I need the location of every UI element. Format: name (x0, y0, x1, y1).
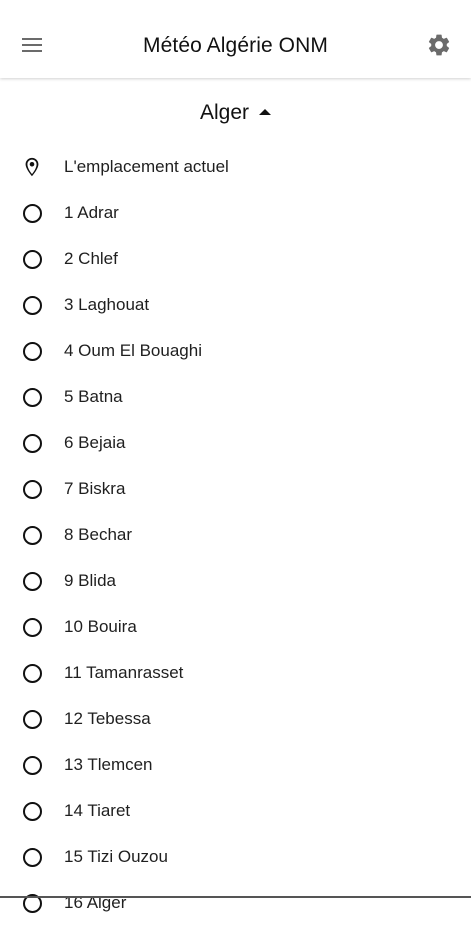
settings-button[interactable] (421, 27, 457, 63)
app-title: Météo Algérie ONM (143, 34, 328, 57)
gear-icon (428, 34, 450, 56)
current-location-item[interactable]: L'emplacement actuel (0, 144, 471, 190)
app-bar: Météo Algérie ONM (0, 0, 471, 78)
radio-button[interactable] (22, 433, 42, 453)
list-item[interactable]: 2 Chlef (0, 236, 471, 282)
list-item[interactable]: 14 Tiaret (0, 788, 471, 834)
list-item[interactable]: 10 Bouira (0, 604, 471, 650)
radio-button[interactable] (22, 525, 42, 545)
list-item[interactable]: 11 Tamanrasset (0, 650, 471, 696)
radio-button[interactable] (22, 571, 42, 591)
list-item[interactable]: 3 Laghouat (0, 282, 471, 328)
list-item-label: 9 Blida (64, 571, 116, 590)
list-item[interactable]: 12 Tebessa (0, 696, 471, 742)
city-list: L'emplacement actuel 1 Adrar 2 Chlef 3 L… (0, 144, 471, 926)
radio-button[interactable] (22, 617, 42, 637)
list-item-label: 8 Bechar (64, 525, 133, 544)
radio-button[interactable] (22, 709, 42, 729)
city-selector[interactable]: Alger (0, 98, 471, 128)
location-pin-icon (20, 155, 44, 179)
list-item-label: 2 Chlef (64, 249, 118, 268)
list-item-label: 1 Adrar (64, 203, 119, 222)
radio-button[interactable] (22, 479, 42, 499)
list-item-label: 13 Tlemcen (64, 755, 153, 774)
list-item[interactable]: 16 Alger (0, 880, 471, 926)
radio-button[interactable] (22, 755, 42, 775)
bottom-divider (0, 896, 471, 898)
selected-city: Alger (199, 101, 250, 124)
radio-button[interactable] (22, 203, 42, 223)
radio-button[interactable] (22, 249, 42, 269)
current-location-label: L'emplacement actuel (64, 157, 229, 176)
list-item-label: 12 Tebessa (64, 709, 151, 728)
list-item[interactable]: 5 Batna (0, 374, 471, 420)
list-item[interactable]: 4 Oum El Bouaghi (0, 328, 471, 374)
list-item[interactable]: 8 Bechar (0, 512, 471, 558)
list-item-label: 4 Oum El Bouaghi (64, 341, 202, 360)
radio-button[interactable] (22, 847, 42, 867)
radio-button[interactable] (22, 801, 42, 821)
radio-button[interactable] (22, 663, 42, 683)
list-item-label: 15 Tizi Ouzou (64, 847, 168, 866)
caret-up-icon (259, 109, 272, 115)
list-item-label: 10 Bouira (64, 617, 137, 636)
radio-button[interactable] (22, 341, 42, 361)
radio-button[interactable] (22, 295, 42, 315)
list-item[interactable]: 1 Adrar (0, 190, 471, 236)
list-item-label: 7 Biskra (64, 479, 126, 498)
list-item-label: 11 Tamanrasset (64, 663, 184, 682)
list-item[interactable]: 15 Tizi Ouzou (0, 834, 471, 880)
list-item-label: 3 Laghouat (64, 295, 150, 314)
radio-button[interactable] (22, 387, 42, 407)
list-item-label: 5 Batna (64, 387, 123, 406)
list-item[interactable]: 7 Biskra (0, 466, 471, 512)
list-item[interactable]: 9 Blida (0, 558, 471, 604)
list-item-label: 14 Tiaret (64, 801, 131, 820)
list-item[interactable]: 6 Bejaia (0, 420, 471, 466)
list-item[interactable]: 13 Tlemcen (0, 742, 471, 788)
list-item-label: 6 Bejaia (64, 433, 126, 452)
